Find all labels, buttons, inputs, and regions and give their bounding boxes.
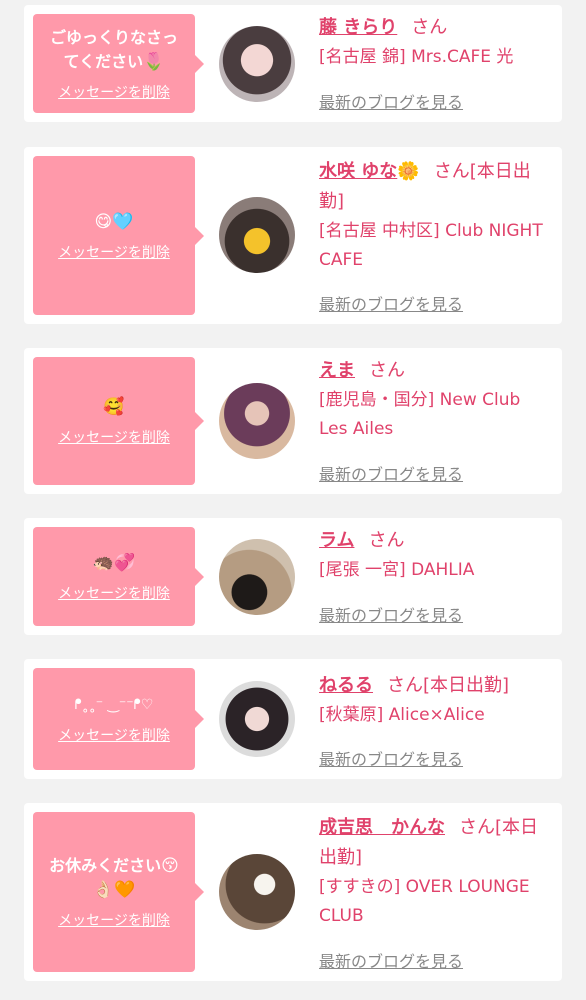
message-bubble: お休みください😚👌🏻🧡 メッセージを削除: [33, 812, 204, 972]
honorific: さん: [433, 161, 470, 182]
message-emoji: 😋🩵: [94, 211, 134, 232]
message-card: ᖰ˳˳⁻ ‿⁻⁻ᖰ♡ メッセージを削除 ねるる さん[本日出勤] [秋葉原] Al…: [24, 659, 562, 779]
message-text: ごゆっくりなさってください🌷: [49, 27, 178, 72]
status-badge: [本日出勤]: [423, 675, 510, 696]
member-name-link[interactable]: 藤 きらり: [319, 17, 397, 38]
blog-link[interactable]: 最新のブログを見る: [319, 89, 463, 113]
shop-name: [名古屋 錦] Mrs.CAFE 光: [319, 47, 514, 67]
blog-link[interactable]: 最新のブログを見る: [319, 602, 463, 626]
message-emoji: 🥰: [103, 397, 125, 417]
message-text: お休みください😚👌🏻🧡: [49, 856, 179, 900]
member-name-link[interactable]: 成吉思 かんな: [319, 817, 445, 838]
member-name-link[interactable]: ねるる: [319, 675, 373, 696]
delete-message-link[interactable]: メッセージを削除: [58, 583, 170, 603]
name-emoji: 🌼: [397, 161, 420, 182]
blog-link[interactable]: 最新のブログを見る: [319, 461, 463, 485]
delete-message-link[interactable]: メッセージを削除: [58, 910, 170, 930]
honorific: さん: [387, 675, 423, 696]
member-name-link[interactable]: ラム: [319, 530, 354, 551]
honorific: さん: [411, 17, 448, 38]
message-emoji: 🦔💞: [92, 552, 136, 573]
message-bubble: 🦔💞 メッセージを削除: [33, 527, 204, 626]
blog-link[interactable]: 最新のブログを見る: [319, 948, 463, 972]
shop-name: [すすきの] OVER LOUNGE CLUB: [319, 877, 530, 926]
message-bubble: 😋🩵 メッセージを削除: [33, 156, 204, 315]
shop-name: [名古屋 中村区] Club NIGHT CAFE: [319, 221, 543, 270]
shop-name: [鹿児島・国分] New Club Les Ailes: [319, 390, 521, 439]
message-card: お休みください😚👌🏻🧡 メッセージを削除 成吉思 かんな さん[本日出勤] [すす…: [24, 803, 562, 981]
member-name-link[interactable]: 水咲 ゆな: [319, 161, 397, 182]
message-bubble: ᖰ˳˳⁻ ‿⁻⁻ᖰ♡ メッセージを削除: [33, 668, 204, 770]
message-text: ᖰ˳˳⁻ ‿⁻⁻ᖰ♡: [74, 697, 154, 713]
message-card: 🦔💞 メッセージを削除 ラム さん [尾張 一宮] DAHLIA 最新のブログを見…: [24, 518, 562, 635]
message-bubble: 🥰 メッセージを削除: [33, 357, 204, 485]
shop-name: [秋葉原] Alice×Alice: [319, 705, 485, 725]
honorific: さん: [369, 360, 405, 381]
delete-message-link[interactable]: メッセージを削除: [58, 242, 170, 262]
avatar[interactable]: [219, 854, 295, 930]
avatar[interactable]: [219, 681, 295, 757]
honorific: さん: [368, 530, 405, 551]
shop-name: [尾張 一宮] DAHLIA: [319, 560, 475, 580]
avatar[interactable]: [219, 197, 295, 273]
avatar[interactable]: [219, 539, 295, 615]
message-card: 😋🩵 メッセージを削除 水咲 ゆな🌼 さん[本日出勤] [名古屋 中村区] Clu…: [24, 147, 562, 324]
honorific: さん: [459, 817, 495, 838]
message-card: ごゆっくりなさってください🌷 メッセージを削除 藤 きらり さん [名古屋 錦] …: [24, 5, 562, 122]
message-bubble: ごゆっくりなさってください🌷 メッセージを削除: [33, 14, 204, 113]
avatar[interactable]: [219, 383, 295, 459]
message-card: 🥰 メッセージを削除 えま さん [鹿児島・国分] New Club Les Ai…: [24, 348, 562, 494]
blog-link[interactable]: 最新のブログを見る: [319, 746, 463, 770]
blog-link[interactable]: 最新のブログを見る: [319, 291, 463, 315]
avatar[interactable]: [219, 26, 295, 102]
delete-message-link[interactable]: メッセージを削除: [58, 427, 170, 447]
member-name-link[interactable]: えま: [319, 360, 355, 381]
delete-message-link[interactable]: メッセージを削除: [58, 725, 170, 745]
delete-message-link[interactable]: メッセージを削除: [58, 82, 170, 102]
